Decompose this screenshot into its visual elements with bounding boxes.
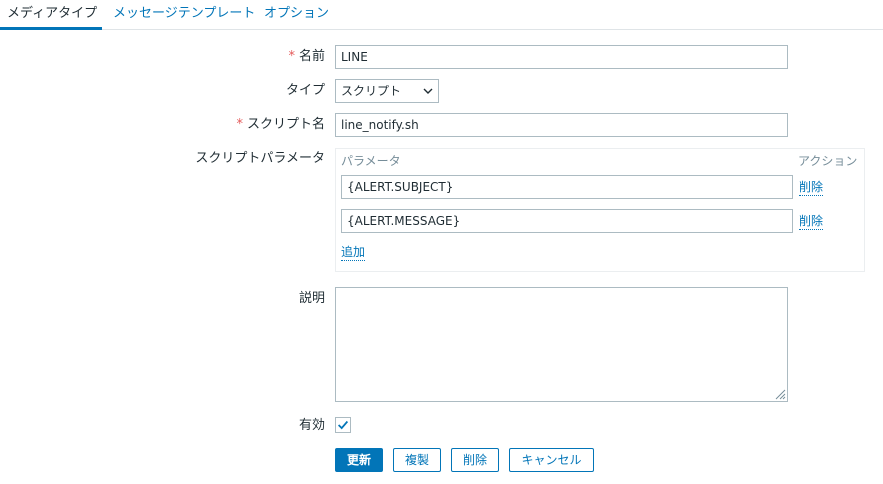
name-input[interactable]: LINE — [335, 45, 788, 69]
required-mark: * — [288, 49, 295, 64]
script-params-label: スクリプトパラメータ — [195, 151, 325, 166]
script-name-label: * スクリプト名 — [236, 117, 325, 133]
script-name-input[interactable]: line_notify.sh — [335, 113, 788, 137]
type-select[interactable]: スクリプト — [335, 79, 439, 103]
param-input-2[interactable]: {ALERT.MESSAGE} — [341, 209, 793, 233]
col-header-action: アクション — [798, 154, 858, 168]
tab-options[interactable]: オプション — [264, 6, 329, 22]
cancel-button[interactable]: キャンセル — [509, 448, 594, 472]
active-tab-indicator — [0, 27, 102, 30]
update-button[interactable]: 更新 — [335, 448, 383, 472]
tab-media-type[interactable]: メディアタイプ — [7, 6, 97, 22]
param-remove-1[interactable]: 削除 — [799, 179, 824, 196]
type-label: タイプ — [285, 83, 325, 98]
param-remove-2[interactable]: 削除 — [799, 213, 824, 230]
enabled-checkbox[interactable] — [335, 417, 351, 433]
script-name-label-text: スクリプト名 — [246, 117, 325, 132]
checkmark-icon — [338, 420, 349, 430]
tab-bar: メディアタイプ メッセージテンプレート オプション — [0, 0, 883, 30]
description-textarea[interactable] — [335, 287, 788, 402]
enabled-label: 有効 — [298, 418, 325, 433]
resize-grip-icon[interactable] — [774, 388, 786, 400]
param-input-1[interactable]: {ALERT.SUBJECT} — [341, 175, 793, 199]
description-label: 説明 — [298, 291, 325, 306]
required-mark: * — [236, 117, 243, 132]
clone-button[interactable]: 複製 — [393, 448, 441, 472]
chevron-down-icon — [423, 88, 433, 94]
col-header-parameter: パラメータ — [341, 154, 401, 168]
name-label: * 名前 — [288, 49, 325, 65]
name-label-text: 名前 — [298, 49, 325, 64]
tab-message-templates[interactable]: メッセージテンプレート — [113, 6, 255, 22]
delete-button[interactable]: 削除 — [451, 448, 499, 472]
param-add-link[interactable]: 追加 — [341, 244, 366, 261]
type-select-value: スクリプト — [341, 84, 402, 98]
